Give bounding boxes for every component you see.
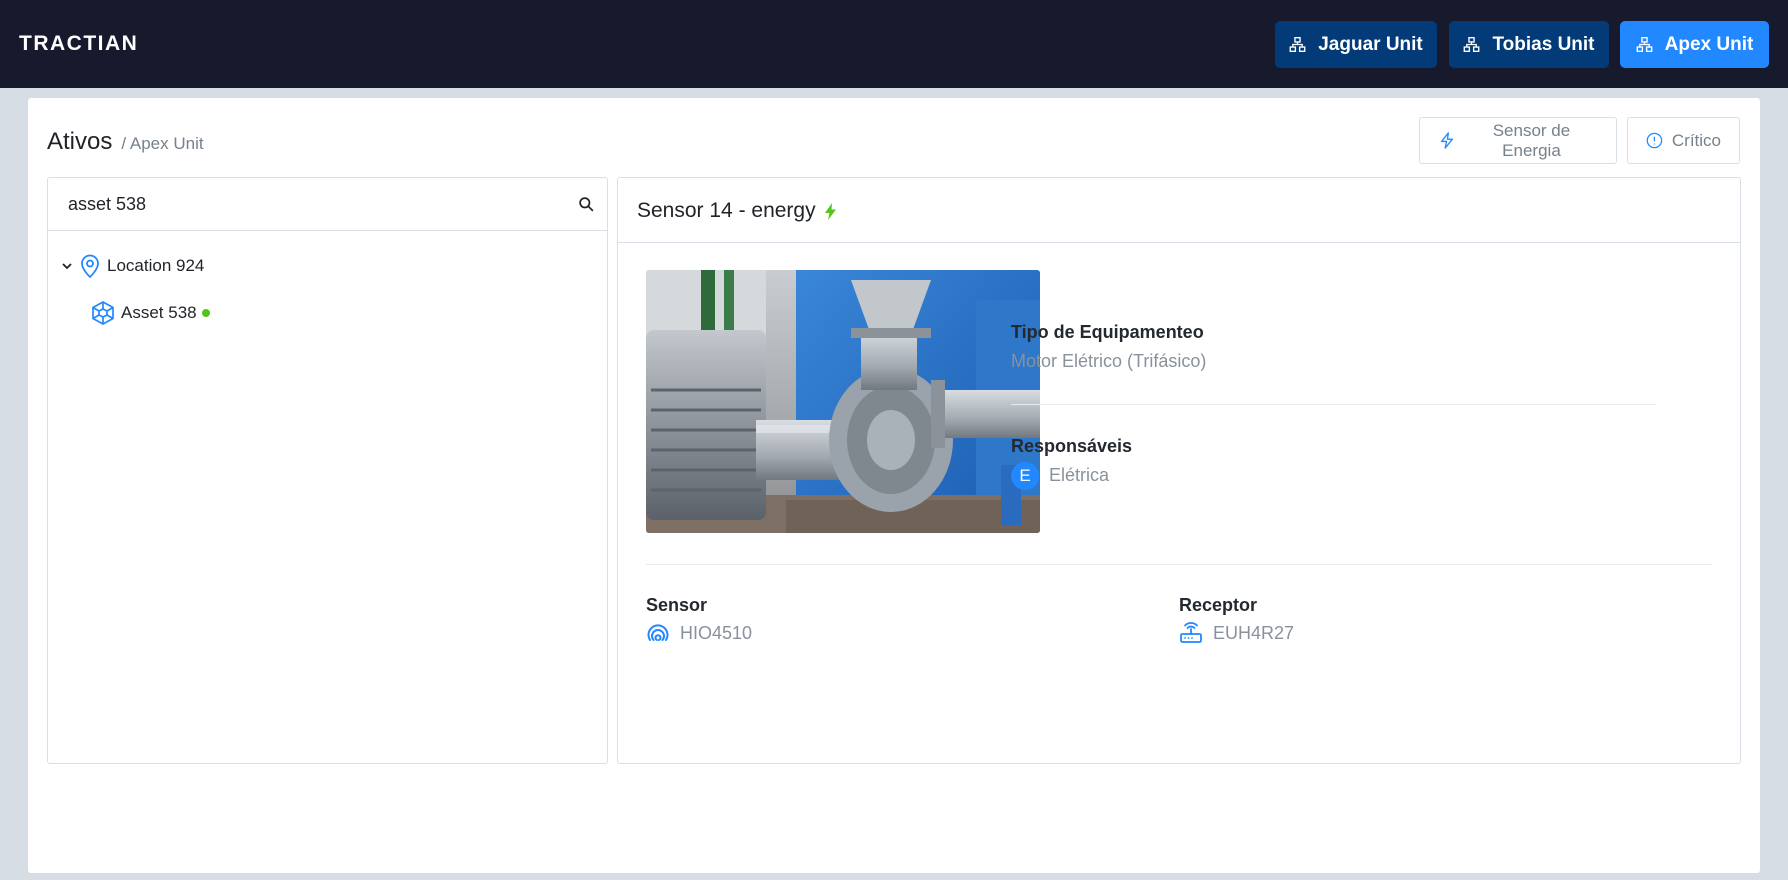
receptor-label: Receptor (1179, 595, 1258, 615)
energy-sensor-filter-button[interactable]: Sensor de Energia (1419, 117, 1617, 164)
page-heading: Ativos / Apex Unit (47, 128, 204, 156)
bolt-icon (824, 202, 836, 220)
map-pin-icon (81, 254, 99, 279)
sensor-value: HIO4510 (680, 622, 753, 643)
hierarchy-icon (1636, 37, 1653, 52)
tree-item-asset[interactable]: Asset 538 (90, 300, 210, 326)
asset-tree-panel: Location 924 Asset 538 (47, 177, 608, 764)
unit-button-label: Jaguar Unit (1318, 33, 1423, 55)
sensor-label: Sensor (646, 595, 708, 615)
receptor-value-row: EUH4R27 (1179, 621, 1294, 645)
assets-page: Ativos / Apex Unit Sensor de Energia Crí… (28, 98, 1760, 873)
status-dot (201, 309, 210, 317)
tree-item-label: Asset 538 (121, 303, 197, 322)
energy-sensor-filter-label: Sensor de Energia (1492, 120, 1571, 160)
unit-button-label: Apex Unit (1664, 33, 1754, 55)
asset-photo (646, 270, 1040, 533)
detail-title: Sensor 14 - energy (637, 199, 837, 223)
detail-title-text: Sensor 14 - energy (637, 199, 816, 222)
divider (1011, 404, 1656, 405)
detail-header: Sensor 14 - energy (618, 178, 1740, 243)
critical-filter-button[interactable]: Crítico (1627, 117, 1740, 164)
divider (646, 564, 1712, 565)
avatar: E (1011, 462, 1039, 490)
tree-item-label: Location 924 (107, 256, 205, 275)
wifi-signal-icon (647, 624, 669, 641)
responsible-name: Elétrica (1049, 465, 1110, 485)
search-icon[interactable] (578, 196, 595, 213)
unit-button-tobias[interactable]: Tobias Unit (1449, 21, 1609, 68)
equipment-type-label: Tipo de Equipamenteo (1011, 322, 1204, 342)
critical-filter-label: Crítico (1671, 130, 1721, 150)
equipment-type-value: Motor Elétrico (Trifásico) (1011, 351, 1207, 371)
router-icon (1180, 622, 1202, 643)
alert-circle-icon (1646, 132, 1663, 149)
receptor-value: EUH4R27 (1213, 622, 1295, 643)
tree-item-location[interactable]: Location 924 (60, 253, 204, 279)
asset-detail-panel: Sensor 14 - energy Tipo de Equipamenteo … (617, 177, 1741, 764)
hierarchy-icon (1289, 37, 1306, 52)
hierarchy-icon (1464, 37, 1480, 52)
top-navbar: TRACTIAN Jaguar Unit Tobias Unit Apex Un… (0, 0, 1788, 88)
bolt-icon (1440, 132, 1454, 149)
unit-button-jaguar[interactable]: Jaguar Unit (1275, 21, 1437, 68)
search-bar (48, 178, 607, 231)
cube-icon (92, 301, 114, 325)
responsibles-label: Responsáveis (1011, 436, 1133, 456)
search-input[interactable] (48, 178, 548, 230)
chevron-down-icon[interactable] (60, 259, 74, 273)
pump-motor-image (646, 270, 1040, 533)
sensor-value-row: HIO4510 (646, 621, 752, 645)
unit-button-label: Tobias Unit (1492, 33, 1595, 55)
tractian-logo[interactable]: TRACTIAN (19, 32, 138, 55)
page-title: Ativos (47, 128, 113, 155)
breadcrumb: / Apex Unit (121, 134, 204, 153)
unit-button-apex[interactable]: Apex Unit (1620, 21, 1769, 68)
